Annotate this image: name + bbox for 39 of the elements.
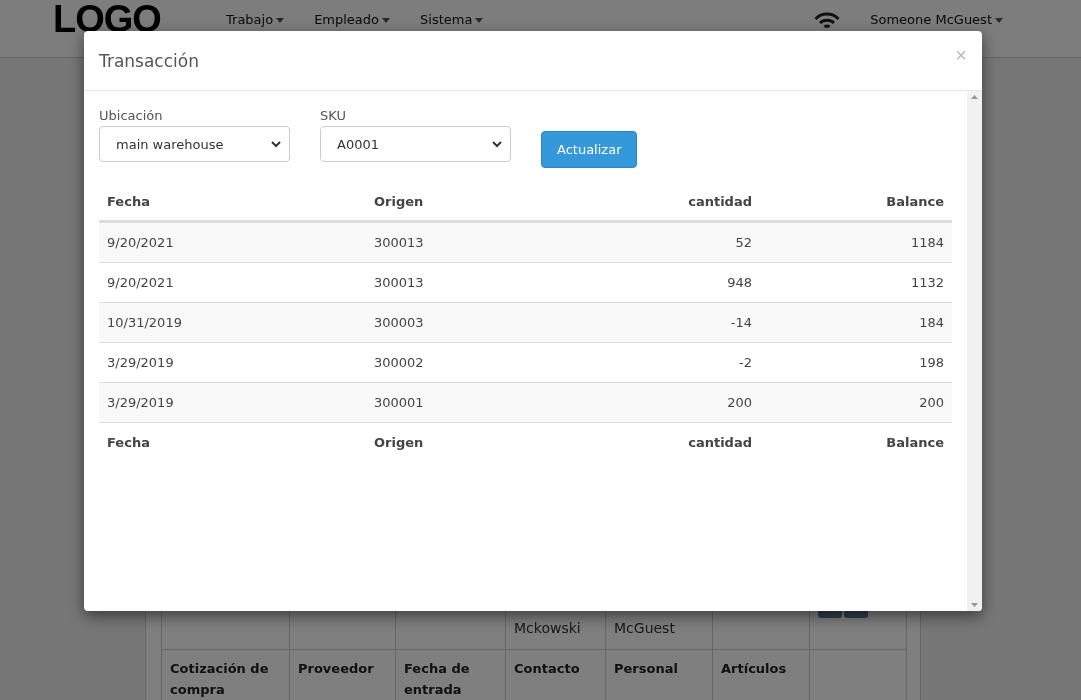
caret-icon: [475, 17, 484, 23]
user-menu[interactable]: Someone McGuest: [870, 12, 1003, 28]
table-cell: 9/20/2021: [99, 222, 366, 262]
table-cell: 200: [760, 382, 952, 422]
chevron-icon: [271, 140, 281, 148]
scrollbar[interactable]: [967, 91, 982, 611]
table-cell: 1184: [760, 222, 952, 262]
table-cell: 300013: [366, 222, 563, 262]
table-cell: 52: [563, 222, 760, 262]
scroll-up-icon[interactable]: [971, 95, 978, 99]
table-cell: 200: [563, 382, 760, 422]
menu-item[interactable]: Trabajo: [226, 12, 285, 28]
column-header: Artículos: [713, 650, 810, 700]
caret-icon: [995, 17, 1003, 23]
column-header: Personal: [606, 650, 713, 700]
column-header: Contacto: [506, 650, 606, 700]
table-cell: 10/31/2019: [99, 302, 366, 342]
scroll-down-icon[interactable]: [971, 603, 978, 607]
table-cell: 300003: [366, 302, 563, 342]
column-header: Cotización de compra: [162, 650, 290, 700]
logo: LOGO: [53, 0, 162, 38]
select-field[interactable]: main warehouse: [99, 126, 290, 162]
update-button[interactable]: Actualizar: [541, 131, 638, 168]
table-cell: 300001: [366, 382, 563, 422]
table-cell: -14: [563, 302, 760, 342]
table-cell: 3/29/2019: [99, 382, 366, 422]
menu-item[interactable]: Empleado: [314, 12, 391, 28]
field-label: Ubicación: [99, 108, 164, 123]
field-label: SKU: [320, 108, 347, 123]
wifi-icon: [814, 12, 841, 28]
select-field[interactable]: A0001: [320, 126, 511, 162]
column-header: Fecha de entrada: [396, 650, 506, 700]
caret-icon: [276, 17, 285, 23]
dialog-title: Transacción: [99, 50, 199, 71]
table-cell: 184: [760, 302, 952, 342]
caret-icon: [382, 17, 391, 23]
menu-item[interactable]: Sistema: [420, 12, 484, 28]
column-header: Proveedor: [290, 650, 396, 700]
chevron-icon: [492, 140, 502, 148]
